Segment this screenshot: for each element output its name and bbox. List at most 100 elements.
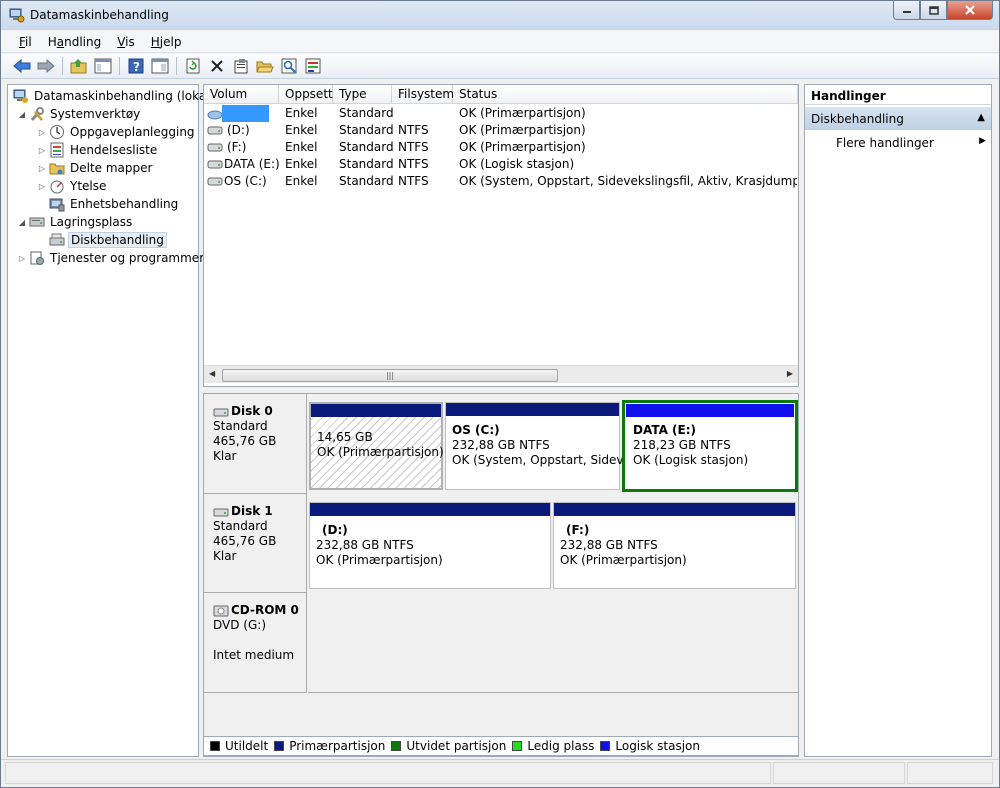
console-icon [151, 58, 169, 74]
partition-name: OS (C:) [452, 423, 500, 437]
search-button[interactable] [278, 55, 300, 77]
collapse-arrow-icon[interactable]: ◢ [17, 218, 27, 227]
more-actions-item[interactable]: Flere handlinger ▶ [836, 136, 986, 150]
collapse-up-icon[interactable]: ▲ [977, 112, 985, 123]
expand-arrow-icon[interactable]: ▷ [37, 164, 47, 173]
scroll-right-arrow-icon[interactable]: ▶ [787, 369, 793, 378]
help-button[interactable]: ? [125, 55, 147, 77]
drive-icon [207, 175, 223, 192]
partition-bar-primary [311, 404, 441, 417]
table-row[interactable]: OS (C:) Enkel Standard NTFS OK (System, … [204, 173, 798, 190]
tree-item-services[interactable]: ▷ Tjenester og programmer [17, 249, 206, 267]
volume-name: (F:) [227, 140, 247, 154]
disk-1-kind: Standard [213, 519, 268, 533]
minimize-button[interactable] [893, 1, 920, 20]
forward-button[interactable] [35, 55, 57, 77]
disk-1-size: 465,76 GB [213, 534, 277, 548]
svg-text:?: ? [133, 60, 140, 74]
show-tree-button[interactable] [92, 55, 114, 77]
partition-f[interactable]: (F:) 232,88 GB NTFS OK (Primærpartisjon) [553, 502, 796, 589]
partition-status: OK (Primærpartisjon) [317, 445, 444, 459]
menu-bar: Fil Handling Vis Hjelp [1, 31, 999, 53]
table-row[interactable]: (F:) Enkel Standard NTFS OK (Primærparti… [204, 139, 798, 156]
partition-size: 14,65 GB [317, 430, 373, 444]
title-bar: Datamaskinbehandling [1, 1, 999, 30]
menu-action[interactable]: Handling [40, 35, 110, 49]
open-icon [256, 61, 274, 73]
horizontal-scrollbar[interactable]: ◀ ||| ▶ [204, 365, 798, 383]
toolbar-separator [62, 57, 63, 75]
maximize-button[interactable] [920, 1, 947, 20]
tree-item-shared-folders[interactable]: ▷ Delte mapper [37, 159, 154, 177]
partition-data-e[interactable]: DATA (E:) 218,23 GB NTFS OK (Logisk stas… [622, 400, 798, 492]
tree-item-event-viewer[interactable]: ▷ Hendelsesliste [37, 141, 159, 159]
refresh-button[interactable] [182, 55, 204, 77]
cdrom-drive: DVD (G:) [213, 618, 266, 632]
menu-view[interactable]: Vis [109, 35, 143, 49]
menu-file[interactable]: Fil [11, 35, 40, 49]
table-row[interactable]: DATA (E:) Enkel Standard NTFS OK (Logisk… [204, 156, 798, 173]
tree-item-disk-management[interactable]: Diskbehandling [47, 231, 167, 249]
legend-swatch [391, 741, 402, 751]
partition-d[interactable]: (D:) 232,88 GB NTFS OK (Primærpartisjon) [309, 502, 551, 589]
tree-item-device-manager[interactable]: Enhetsbehandling [47, 195, 180, 213]
partition-status: OK (Logisk stasjon) [633, 453, 749, 467]
partition-os-c[interactable]: OS (C:) 232,88 GB NTFS OK (System, Oppst… [445, 402, 638, 490]
scroll-left-arrow-icon[interactable]: ◀ [209, 369, 215, 378]
actions-pane: Handlinger Diskbehandling ▲ Flere handli… [804, 84, 992, 757]
close-button[interactable] [947, 1, 993, 20]
column-header-layout[interactable]: Oppsett [279, 85, 333, 104]
partition-size: 232,88 GB NTFS [560, 538, 658, 552]
storage-icon [29, 214, 45, 230]
disk-row-cdrom: CD-ROM 0 DVD (G:) Intet medium [204, 593, 798, 693]
disk-row-1: Disk 1 Standard 465,76 GB Klar (D:) 232,… [204, 494, 798, 593]
expand-arrow-icon[interactable]: ▷ [37, 146, 47, 155]
tree-item-system-tools[interactable]: ◢ Systemverktøy [17, 105, 142, 123]
tree-item-root-label: Datamaskinbehandling (lokal) [34, 89, 215, 103]
tree-item-storage[interactable]: ◢ Lagringsplass [17, 213, 134, 231]
volume-status: OK (Primærpartisjon) [459, 140, 586, 154]
legend-swatch [600, 741, 611, 751]
collapse-arrow-icon[interactable]: ◢ [17, 110, 27, 119]
volume-name: (D:) [227, 123, 250, 137]
expand-arrow-icon[interactable]: ▷ [37, 182, 47, 191]
legend-label: Utildelt [225, 739, 269, 753]
table-row[interactable]: (D:) Enkel Standard NTFS OK (Primærparti… [204, 122, 798, 139]
toolbar-separator [176, 57, 177, 75]
cdrom-label[interactable]: CD-ROM 0 DVD (G:) Intet medium [204, 593, 307, 693]
properties-button[interactable] [230, 55, 252, 77]
tree-item-storage-label: Lagringsplass [50, 215, 133, 229]
column-header-type[interactable]: Type [333, 85, 392, 104]
column-header-volume[interactable]: Volum [204, 85, 279, 104]
volume-status: OK (Primærpartisjon) [459, 123, 586, 137]
volume-name-selected [222, 105, 269, 122]
tree-item-task-scheduler[interactable]: ▷ Oppgaveplanlegging [37, 123, 197, 141]
back-button[interactable] [11, 55, 33, 77]
disk-1-label[interactable]: Disk 1 Standard 465,76 GB Klar [204, 494, 307, 593]
column-header-status[interactable]: Status [453, 85, 798, 104]
delete-button[interactable] [206, 55, 228, 77]
disk-0-label[interactable]: Disk 0 Standard 465,76 GB Klar [204, 394, 307, 494]
table-row[interactable]: Enkel Standard OK (Primærpartisjon) [204, 105, 798, 122]
open-button[interactable] [254, 55, 276, 77]
settings-button[interactable] [302, 55, 324, 77]
column-header-filesystem[interactable]: Filsystem [392, 85, 454, 104]
tree-item-task-scheduler-label: Oppgaveplanlegging [70, 125, 195, 139]
partition-disk0-1[interactable]: 14,65 GB OK (Primærpartisjon) [309, 402, 444, 490]
scrollbar-thumb[interactable]: ||| [222, 369, 558, 382]
menu-help[interactable]: Hjelp [143, 35, 190, 49]
tree-item-performance[interactable]: ▷ Ytelse [37, 177, 108, 195]
volume-filesystem: NTFS [398, 157, 429, 171]
actions-section-disk-management[interactable]: Diskbehandling ▲ [805, 107, 991, 130]
expand-arrow-icon[interactable]: ▷ [37, 128, 47, 137]
expand-arrow-icon[interactable]: ▷ [17, 254, 27, 263]
close-icon [965, 5, 975, 15]
performance-icon [49, 178, 65, 194]
partition-name: DATA (E:) [633, 423, 696, 437]
tree-item-root[interactable]: Datamaskinbehandling (lokal) [11, 87, 216, 105]
up-folder-button[interactable] [68, 55, 90, 77]
console-button[interactable] [149, 55, 171, 77]
partition-size: 232,88 GB NTFS [452, 438, 550, 452]
volume-type: Standard [339, 140, 394, 154]
